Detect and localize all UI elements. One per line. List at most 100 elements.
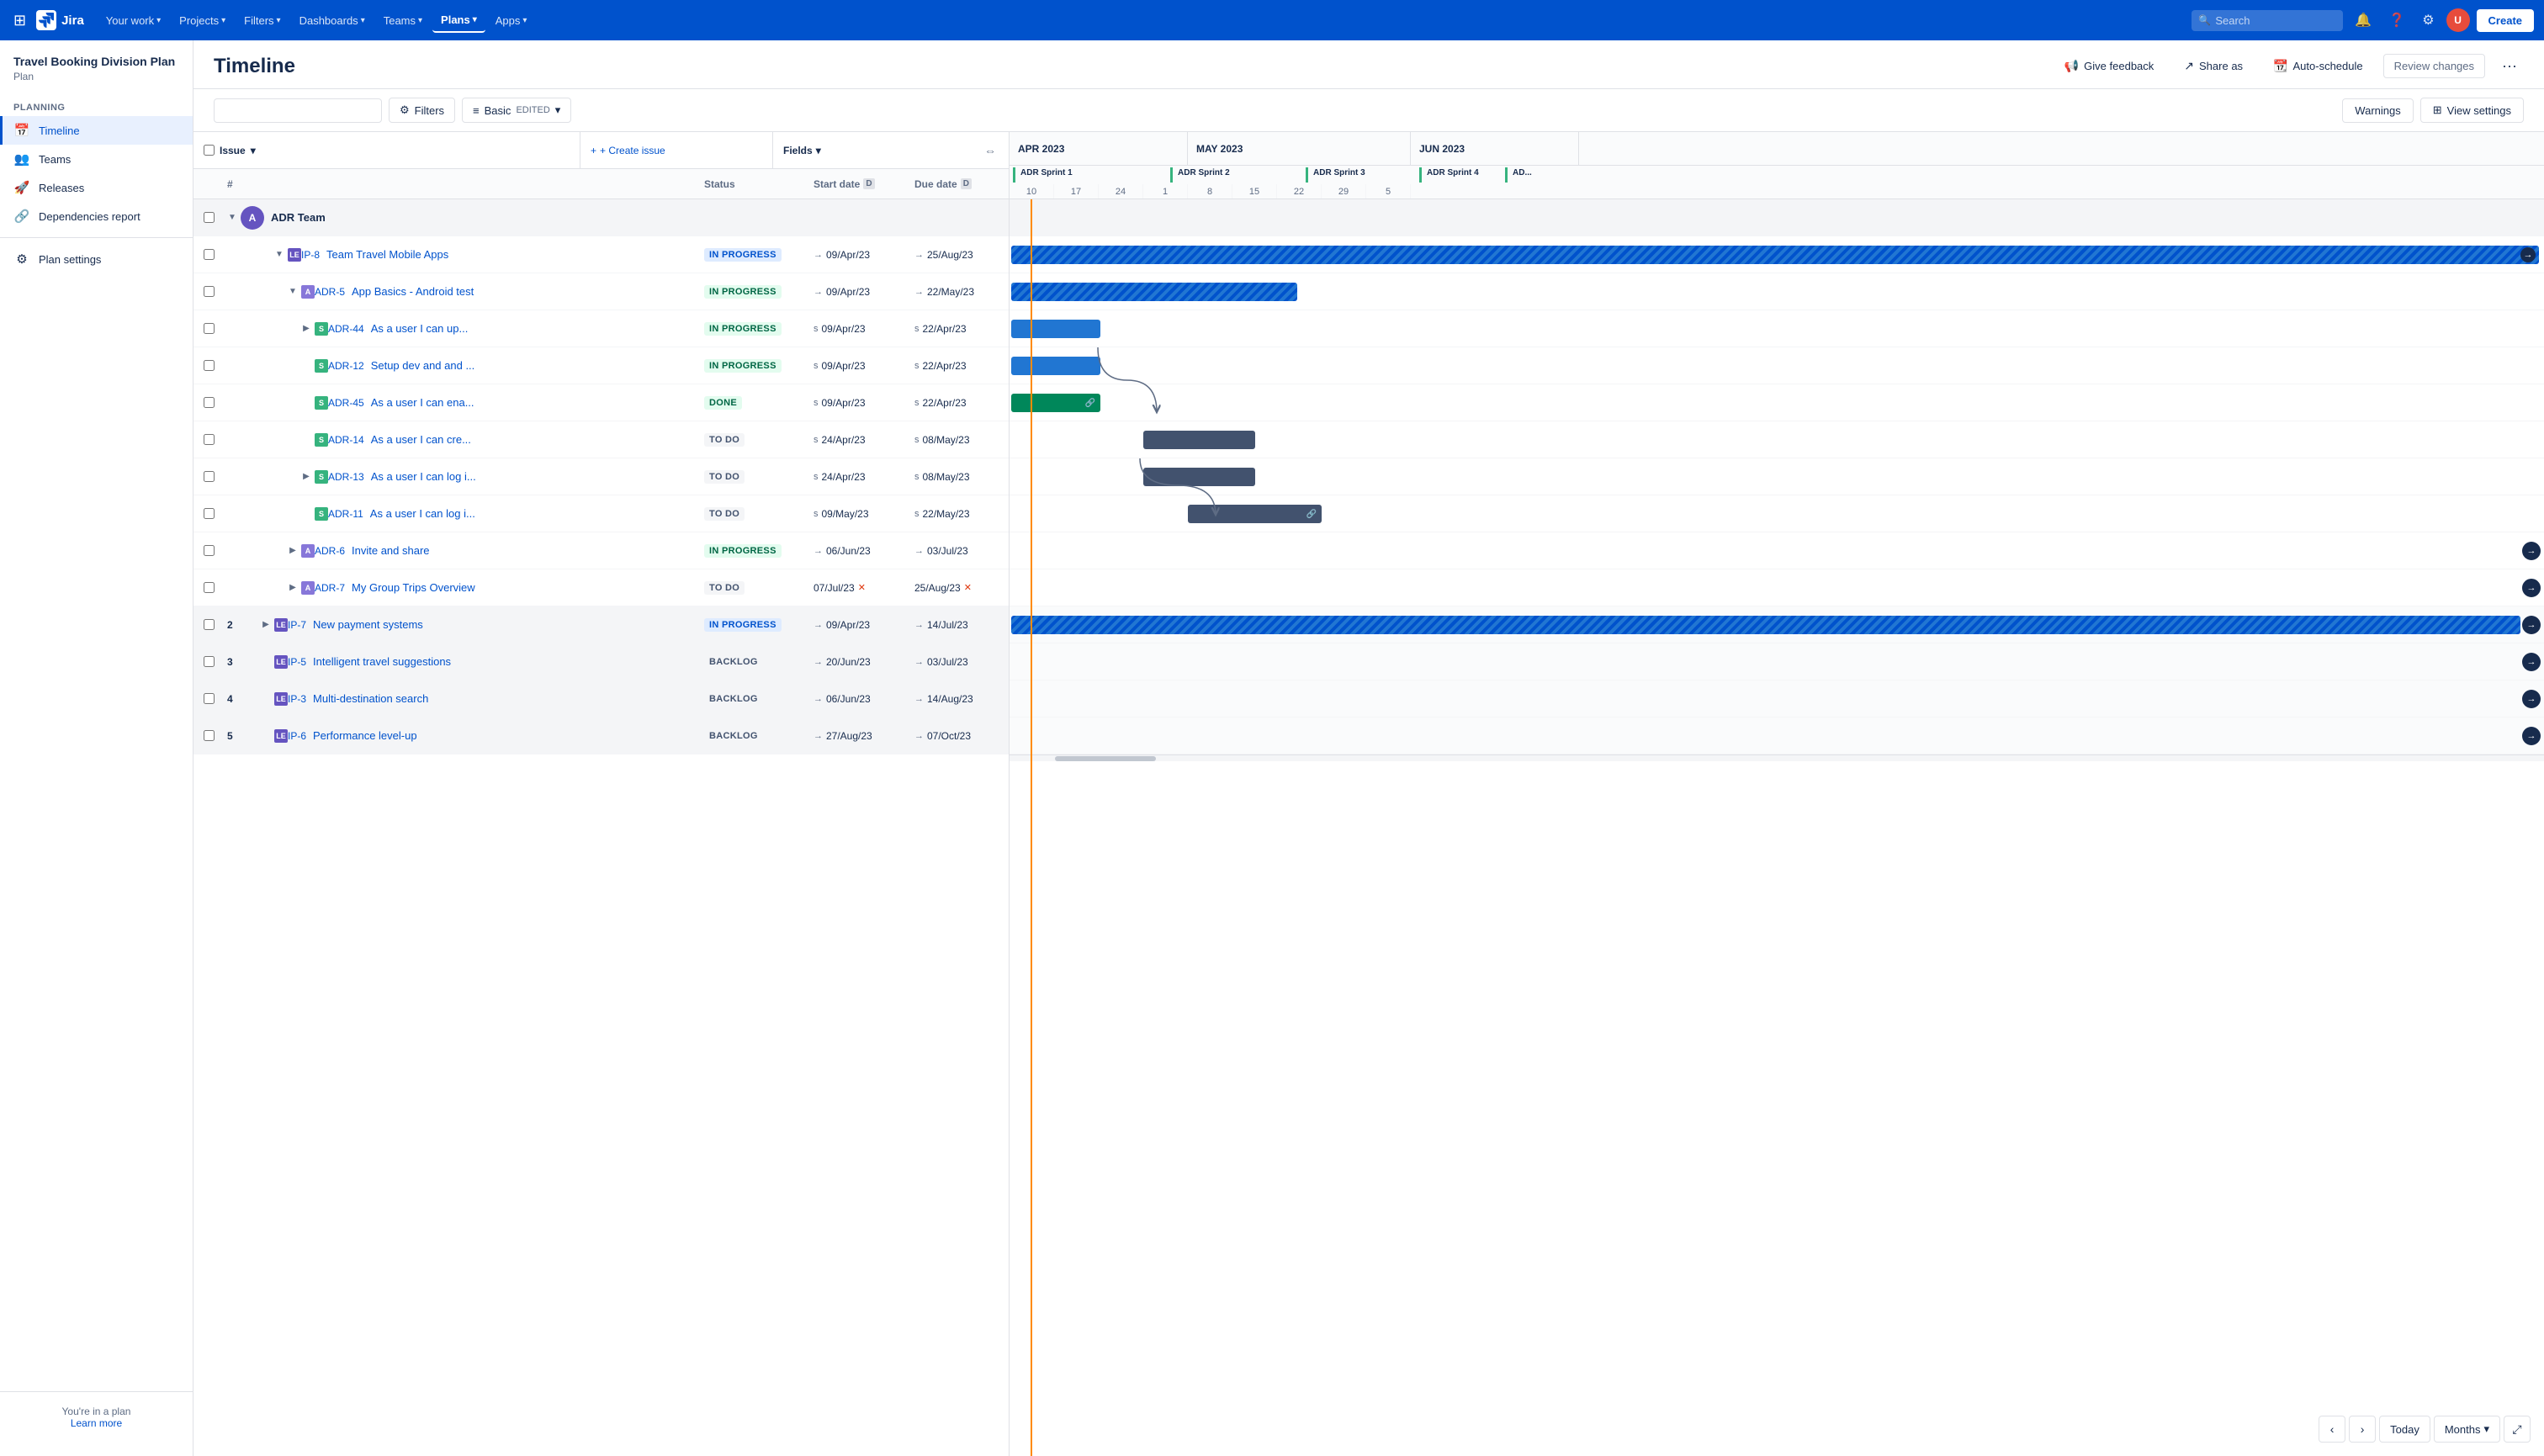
issue-title[interactable]: Multi-destination search	[310, 692, 697, 705]
issue-title[interactable]: New payment systems	[310, 618, 697, 631]
gantt-bar-ip7[interactable]	[1011, 616, 2520, 634]
gantt-expand-button[interactable]: ⤢	[2504, 1416, 2531, 1443]
issue-id[interactable]: ADR-7	[315, 582, 345, 594]
issue-id[interactable]: ADR-13	[328, 471, 364, 483]
row-checkbox[interactable]	[204, 434, 215, 445]
give-feedback-button[interactable]: 📢 Give feedback	[2054, 54, 2165, 78]
issue-title[interactable]: Setup dev and and ...	[368, 359, 697, 372]
issue-title[interactable]: My Group Trips Overview	[348, 581, 697, 594]
issue-title[interactable]: Team Travel Mobile Apps	[323, 248, 697, 261]
create-button[interactable]: Create	[2477, 9, 2534, 32]
row-checkbox[interactable]	[204, 730, 215, 741]
filters-button[interactable]: ⚙ Filters	[389, 98, 455, 123]
issue-title[interactable]: App Basics - Android test	[348, 285, 697, 298]
x-icon[interactable]: ✕	[964, 582, 972, 593]
row-checkbox[interactable]	[204, 619, 215, 630]
sidebar-item-timeline[interactable]: 📅 Timeline	[0, 116, 193, 145]
gantt-bar-adr14[interactable]	[1143, 431, 1255, 449]
gantt-bar-adr44[interactable]	[1011, 320, 1100, 338]
share-as-button[interactable]: ↗ Share as	[2174, 54, 2253, 78]
nav-plans[interactable]: Plans ▾	[432, 8, 485, 33]
issue-search-input[interactable]	[214, 98, 382, 123]
gantt-bar-ip8[interactable]: →	[1011, 246, 2539, 264]
gantt-bar-adr13[interactable]	[1143, 468, 1255, 486]
issue-title[interactable]: Performance level-up	[310, 729, 697, 742]
more-options-button[interactable]: ···	[2495, 54, 2524, 78]
issue-title[interactable]: As a user I can up...	[368, 322, 697, 335]
issue-title[interactable]: As a user I can log i...	[367, 507, 697, 520]
issue-id[interactable]: ADR-6	[315, 545, 345, 557]
gantt-scrollbar[interactable]	[1010, 754, 2544, 761]
apps-grid-icon[interactable]: ⊞	[10, 8, 29, 33]
auto-schedule-button[interactable]: 📆 Auto-schedule	[2263, 54, 2373, 78]
issue-title[interactable]: Invite and share	[348, 544, 697, 557]
group-checkbox[interactable]	[204, 212, 215, 223]
row-checkbox[interactable]	[204, 693, 215, 704]
learn-more-link[interactable]: Learn more	[71, 1417, 122, 1429]
expand-toggle[interactable]: ▶	[284, 583, 301, 592]
expand-toggle[interactable]: ▶	[284, 546, 301, 555]
create-issue-button[interactable]: + + Create issue	[580, 132, 773, 169]
fields-column-header[interactable]: Fields ▾ ⇔	[773, 132, 1009, 169]
gantt-bar-adr11[interactable]: 🔗	[1188, 505, 1322, 523]
issue-title[interactable]: Intelligent travel suggestions	[310, 655, 697, 668]
nav-projects[interactable]: Projects ▾	[171, 9, 234, 32]
expand-toggle[interactable]: ▶	[298, 472, 315, 481]
expand-toggle[interactable]: ▼	[271, 250, 288, 259]
issue-id[interactable]: IP-5	[288, 656, 306, 668]
nav-dashboards[interactable]: Dashboards ▾	[291, 9, 374, 32]
jira-logo[interactable]: Jira	[36, 10, 84, 30]
issue-id[interactable]: ADR-14	[328, 434, 364, 446]
issue-id[interactable]: ADR-45	[328, 397, 364, 409]
row-checkbox[interactable]	[204, 656, 215, 667]
gantt-today-button[interactable]: Today	[2379, 1416, 2430, 1443]
issue-title[interactable]: As a user I can log i...	[368, 470, 697, 483]
row-checkbox[interactable]	[204, 286, 215, 297]
gantt-bar-adr5[interactable]	[1011, 283, 1297, 301]
expand-toggle[interactable]: ▶	[298, 324, 315, 333]
issue-id[interactable]: IP-6	[288, 730, 306, 742]
gantt-bar-adr12[interactable]	[1011, 357, 1100, 375]
issue-id[interactable]: IP-8	[301, 249, 320, 261]
gantt-next-button[interactable]: ›	[2349, 1416, 2376, 1443]
row-checkbox[interactable]	[204, 545, 215, 556]
expand-toggle[interactable]: ▶	[257, 620, 274, 629]
select-all-checkbox[interactable]	[204, 145, 215, 156]
issue-id[interactable]: ADR-11	[328, 508, 363, 520]
avatar[interactable]: U	[2446, 8, 2470, 32]
view-settings-button[interactable]: ⊞ View settings	[2420, 98, 2524, 123]
nav-your-work[interactable]: Your work ▾	[98, 9, 169, 32]
row-checkbox[interactable]	[204, 397, 215, 408]
column-resize-handle[interactable]: ⇔	[982, 144, 999, 157]
row-checkbox[interactable]	[204, 323, 215, 334]
issue-id[interactable]: IP-3	[288, 693, 306, 705]
row-checkbox[interactable]	[204, 249, 215, 260]
row-checkbox[interactable]	[204, 471, 215, 482]
row-checkbox[interactable]	[204, 508, 215, 519]
settings-button[interactable]: ⚙	[2417, 8, 2439, 32]
sidebar-item-teams[interactable]: 👥 Teams	[0, 145, 193, 173]
nav-teams[interactable]: Teams ▾	[375, 9, 431, 32]
basic-button[interactable]: ≡ Basic EDITED ▾	[462, 98, 571, 123]
row-checkbox[interactable]	[204, 582, 215, 593]
nav-filters[interactable]: Filters ▾	[236, 9, 289, 32]
warnings-button[interactable]: Warnings	[2342, 98, 2413, 123]
issue-title[interactable]: As a user I can cre...	[368, 433, 697, 446]
issue-id[interactable]: ADR-5	[315, 286, 345, 298]
sidebar-item-plan-settings[interactable]: ⚙ Plan settings	[0, 245, 193, 273]
issue-id[interactable]: ADR-44	[328, 323, 364, 335]
sidebar-item-dependencies[interactable]: 🔗 Dependencies report	[0, 202, 193, 230]
scrollbar-thumb[interactable]	[1055, 756, 1156, 761]
expand-toggle[interactable]: ▼	[284, 287, 301, 296]
search-input[interactable]	[2192, 10, 2343, 31]
review-changes-button[interactable]: Review changes	[2383, 54, 2485, 78]
nav-apps[interactable]: Apps ▾	[487, 9, 536, 32]
help-button[interactable]: ❓	[2383, 8, 2410, 32]
gantt-prev-button[interactable]: ‹	[2319, 1416, 2345, 1443]
sidebar-item-releases[interactable]: 🚀 Releases	[0, 173, 193, 202]
notifications-button[interactable]: 🔔	[2350, 8, 2377, 32]
gantt-bar-adr45[interactable]: 🔗	[1011, 394, 1100, 412]
x-icon[interactable]: ✕	[858, 582, 866, 593]
gantt-months-button[interactable]: Months ▾	[2434, 1416, 2500, 1443]
issue-id[interactable]: IP-7	[288, 619, 306, 631]
